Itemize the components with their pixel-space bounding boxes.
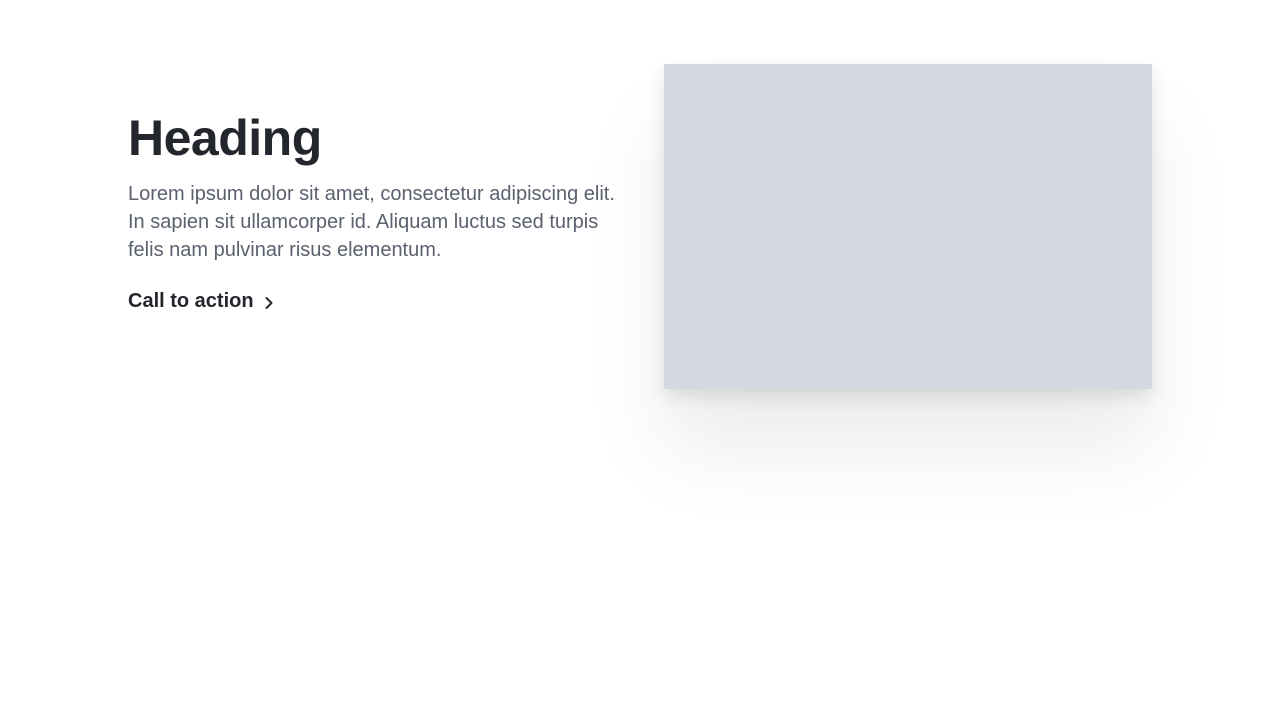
- hero-text-column: Heading Lorem ipsum dolor sit amet, cons…: [128, 108, 618, 313]
- hero-section: Heading Lorem ipsum dolor sit amet, cons…: [0, 0, 1280, 720]
- image-placeholder: [664, 64, 1152, 389]
- chevron-right-icon: [262, 296, 276, 310]
- call-to-action-label: Call to action: [128, 290, 254, 312]
- hero-body-text: Lorem ipsum dolor sit amet, consectetur …: [128, 183, 615, 261]
- call-to-action-link[interactable]: Call to action: [128, 290, 276, 313]
- hero-heading: Heading: [128, 110, 322, 166]
